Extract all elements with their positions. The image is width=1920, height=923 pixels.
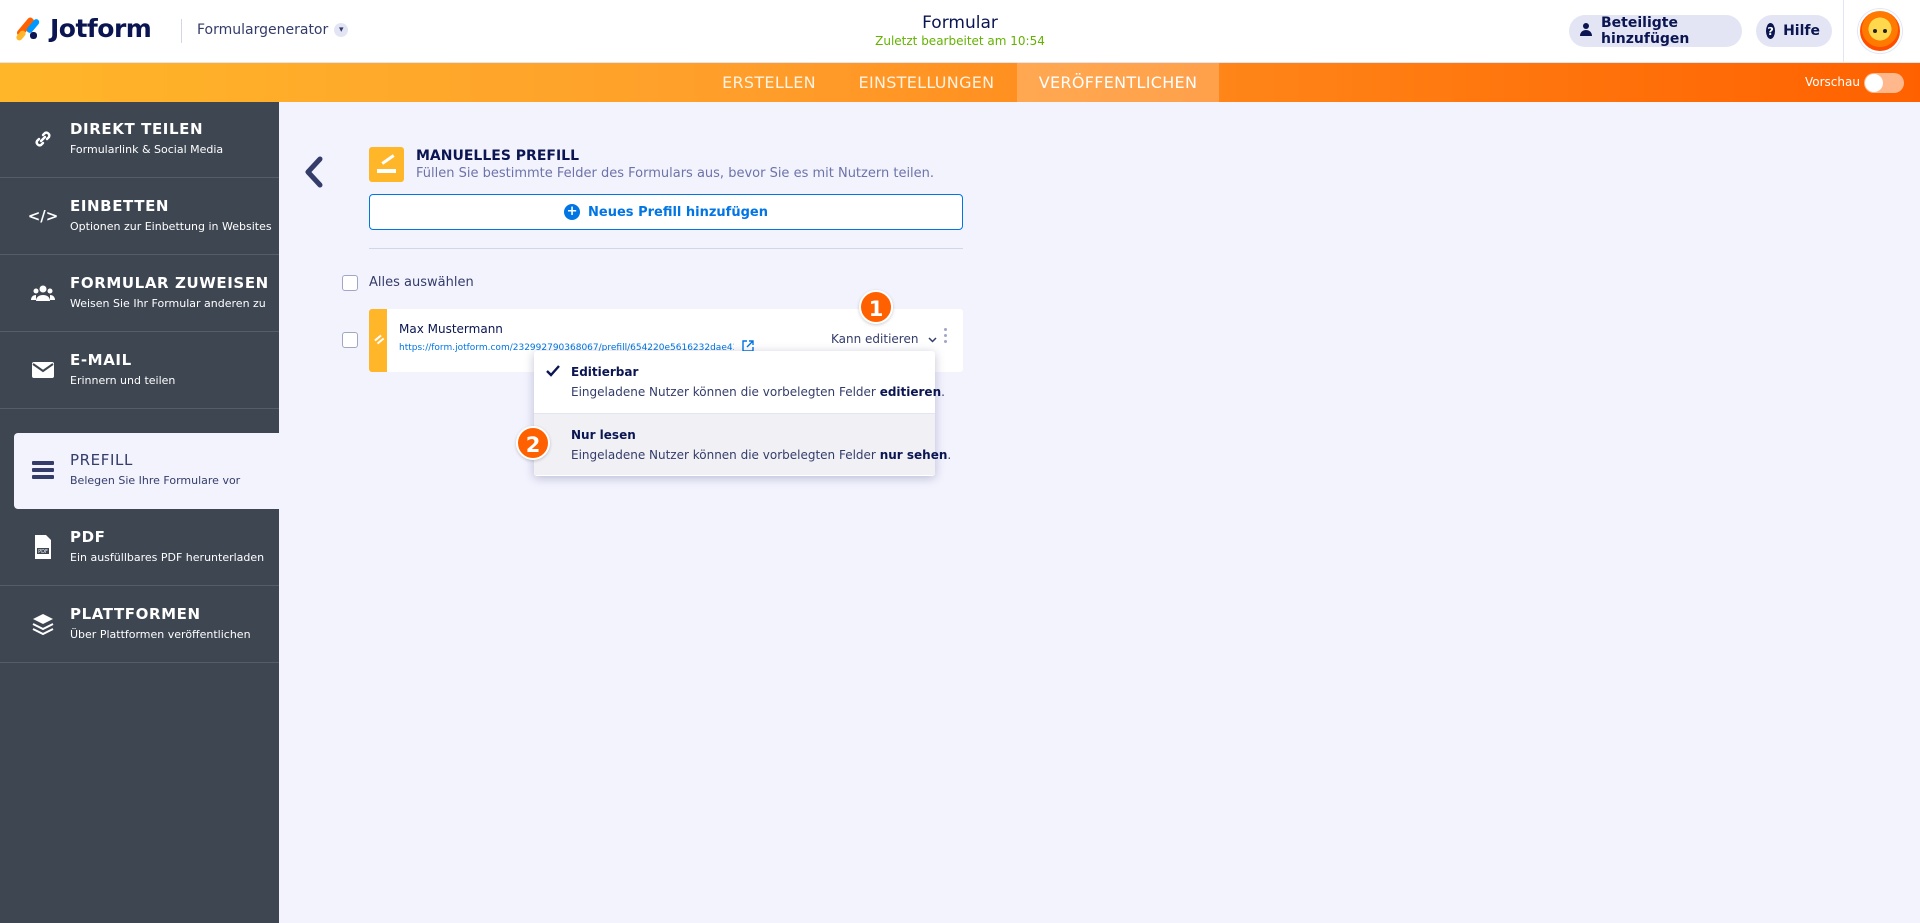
step-marker-1: 1 <box>859 290 893 324</box>
select-all-checkbox[interactable] <box>342 275 358 291</box>
permission-select-value: Kann editieren <box>831 332 919 346</box>
user-icon <box>1579 22 1593 40</box>
sidebar-item-title: EINBETTEN <box>70 197 170 215</box>
option-editierbar[interactable]: Editierbar Eingeladene Nutzer können die… <box>534 351 945 413</box>
jotform-logo-icon <box>15 15 42 42</box>
checkmark-icon <box>546 363 562 379</box>
add-prefill-label: Neues Prefill hinzufügen <box>588 204 768 220</box>
svg-text:PDF: PDF <box>38 549 48 555</box>
jotform-logo[interactable]: Jotform <box>15 14 152 43</box>
code-icon: </> <box>27 207 59 225</box>
permission-dropdown: Editierbar Eingeladene Nutzer können die… <box>534 351 951 476</box>
plus-circle-icon: + <box>564 204 581 220</box>
step-marker-2: 2 <box>516 426 550 460</box>
section-description: Füllen Sie bestimmte Felder des Formular… <box>416 166 935 181</box>
layers-icon <box>30 613 56 636</box>
top-bar: Jotform Formulargenerator ▾ Formular Zul… <box>0 0 1920 63</box>
publish-sidebar: DIREKT TEILEN Formularlink & Social Medi… <box>0 102 279 923</box>
option-nur-lesen[interactable]: Nur lesen Eingeladene Nutzer können die … <box>534 413 951 475</box>
option-description: Eingeladene Nutzer können die vorbelegte… <box>571 385 945 399</box>
option-title: Nur lesen <box>571 428 636 442</box>
entry-checkbox[interactable] <box>342 332 358 348</box>
sidebar-item-subtitle: Formularlink & Social Media <box>70 143 224 156</box>
sidebar-item-subtitle: Weisen Sie Ihr Formular anderen zu <box>70 297 266 310</box>
brand-name: Jotform <box>50 14 152 43</box>
sidebar-item-title: FORMULAR ZUWEISEN <box>70 274 269 292</box>
preview-toggle[interactable] <box>1864 73 1904 93</box>
sidebar-item-title: DIREKT TEILEN <box>70 120 204 138</box>
header-divider-right <box>1843 0 1844 63</box>
help-button[interactable]: ? Hilfe <box>1756 15 1832 47</box>
sidebar-item-subtitle: Über Plattformen veröffentlichen <box>70 628 251 641</box>
pdf-icon: PDF <box>30 535 56 559</box>
sidebar-item-subtitle: Optionen zur Einbettung in Websites <box>70 220 272 233</box>
invite-collaborators-label: Beteiligte hinzufügen <box>1601 15 1690 47</box>
permission-select[interactable]: Kann editieren <box>831 332 937 346</box>
more-options-icon[interactable] <box>942 328 948 346</box>
chevron-left-icon <box>305 156 323 188</box>
sidebar-item-pdf[interactable]: PDF PDF Ein ausfüllbares PDF herunterlad… <box>0 510 279 586</box>
chevron-down-icon <box>928 332 937 346</box>
tab-einstellungen[interactable]: EINSTELLUNGEN <box>849 63 1004 102</box>
sidebar-item-formular-zuweisen[interactable]: FORMULAR ZUWEISEN Weisen Sie Ihr Formula… <box>0 256 279 332</box>
prefill-section-icon <box>369 147 404 182</box>
add-prefill-button[interactable]: + Neues Prefill hinzufügen <box>369 194 963 230</box>
avatar[interactable] <box>1858 9 1902 53</box>
chevron-down-icon: ▾ <box>334 23 349 37</box>
sidebar-item-direkt-teilen[interactable]: DIREKT TEILEN Formularlink & Social Medi… <box>0 102 279 178</box>
sidebar-item-subtitle: Belegen Sie Ihre Formulare vor <box>70 474 241 487</box>
sidebar-item-subtitle: Erinnern und teilen <box>70 374 176 387</box>
header-divider <box>181 19 182 43</box>
link-icon <box>30 128 56 150</box>
sidebar-item-subtitle: Ein ausfüllbares PDF herunterladen <box>70 551 265 564</box>
users-icon <box>30 282 56 304</box>
sidebar-item-email[interactable]: E-MAIL Erinnern und teilen <box>0 333 279 409</box>
sidebar-item-title: E-MAIL <box>70 351 132 369</box>
sidebar-item-title: PDF <box>70 528 106 546</box>
select-all-label: Alles auswählen <box>369 275 474 290</box>
envelope-icon <box>30 359 56 381</box>
question-icon: ? <box>1766 23 1776 39</box>
option-title: Editierbar <box>571 365 639 379</box>
back-button[interactable] <box>300 155 330 189</box>
sidebar-item-prefill[interactable]: PREFILL Belegen Sie Ihre Formulare vor <box>14 433 279 509</box>
sidebar-item-title: PREFILL <box>70 451 133 469</box>
tab-erstellen[interactable]: ERSTELLEN <box>709 63 829 102</box>
sidebar-item-einbetten[interactable]: </> EINBETTEN Optionen zur Einbettung in… <box>0 179 279 255</box>
prefill-entry-icon <box>369 309 387 372</box>
tab-veroeffentlichen[interactable]: VERÖFFENTLICHEN <box>1017 63 1219 102</box>
preview-label: Vorschau <box>1805 75 1860 89</box>
builder-nav: ERSTELLEN EINSTELLUNGEN VERÖFFENTLICHEN … <box>0 63 1920 102</box>
sidebar-item-plattformen[interactable]: PLATTFORMEN Über Plattformen veröffentli… <box>0 587 279 663</box>
help-label: Hilfe <box>1783 23 1820 39</box>
app-switcher[interactable]: Formulargenerator ▾ <box>197 22 349 38</box>
prefill-entry-name: Max Mustermann <box>399 322 503 336</box>
section-title: MANUELLES PREFILL <box>416 148 579 164</box>
sidebar-item-title: PLATTFORMEN <box>70 605 201 623</box>
option-description: Eingeladene Nutzer können die vorbelegte… <box>571 448 952 462</box>
divider <box>369 248 963 249</box>
invite-collaborators-button[interactable]: Beteiligte hinzufügen <box>1569 15 1742 47</box>
prefill-icon <box>30 459 56 481</box>
app-switcher-label: Formulargenerator <box>197 22 329 38</box>
